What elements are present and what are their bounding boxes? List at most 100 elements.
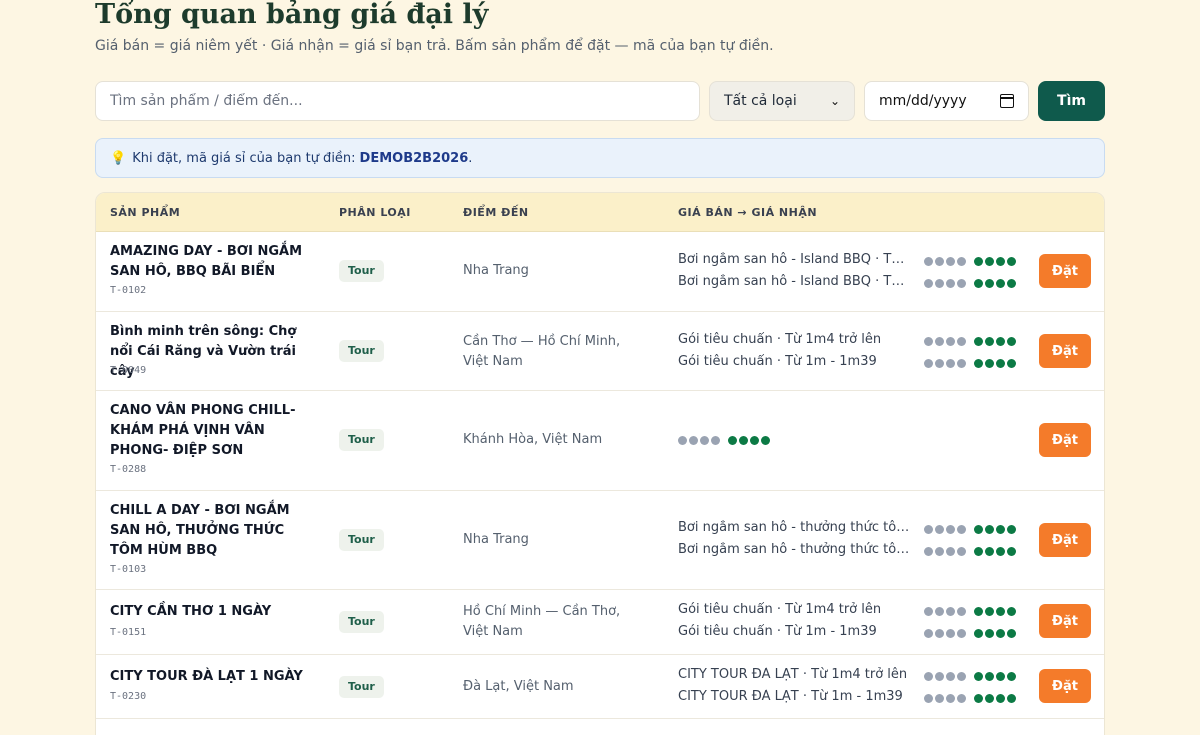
masked-price [924, 629, 1016, 638]
masked-digit-green [750, 436, 759, 445]
masked-digit-grey [924, 257, 933, 266]
masked-digit-green [1007, 629, 1016, 638]
masked-digit-green [728, 436, 737, 445]
masked-digit-green [974, 279, 983, 288]
search-button[interactable]: Tìm [1038, 81, 1105, 121]
masked-digit-green [996, 359, 1005, 368]
masked-digit-green [974, 547, 983, 556]
product-code: T-0230 [110, 691, 147, 702]
masked-digit-green [985, 547, 994, 556]
wholesale-code-notice: 💡 Khi đặt, mã giá sỉ của bạn tự điền: DE… [95, 138, 1105, 178]
masked-price [924, 337, 1016, 346]
masked-digit-grey [957, 607, 966, 616]
calendar-icon[interactable] [1000, 94, 1014, 108]
masked-digit-green [1007, 337, 1016, 346]
masked-digit-green [996, 279, 1005, 288]
destination: Đà Lạt, Việt Nam [463, 679, 574, 694]
price-line: Gói tiêu chuẩn · Từ 1m - 1m39 [678, 624, 877, 639]
type-select[interactable]: Tất cả loại ⌄ [709, 81, 855, 121]
masked-price [924, 257, 1016, 266]
product-code: T-0103 [110, 564, 147, 575]
price-line: Bơi ngắm san hô - Island BBQ · Từ 1m4 tr… [678, 252, 910, 267]
masked-digit-grey [957, 672, 966, 681]
masked-digit-grey [957, 629, 966, 638]
table-row[interactable]: CITY TOUR ĐÀ LẠT 1 NGÀY T-0230 Tour Đà L… [96, 655, 1104, 719]
product-name[interactable]: CANO VÂN PHONG CHILL- KHÁM PHÁ VỊNH VÂN … [110, 401, 320, 461]
masked-digit-green [1007, 547, 1016, 556]
masked-digit-grey [946, 629, 955, 638]
masked-price [924, 694, 1016, 703]
masked-digit-grey [957, 359, 966, 368]
masked-digit-grey [924, 672, 933, 681]
product-code: T-0151 [110, 627, 147, 638]
masked-digit-green [1007, 694, 1016, 703]
page-subtitle: Giá bán = giá niêm yết · Giá nhận = giá … [95, 38, 774, 54]
masked-digit-grey [935, 525, 944, 534]
masked-digit-green [974, 525, 983, 534]
masked-digit-grey [935, 337, 944, 346]
masked-digit-green [985, 279, 994, 288]
book-button[interactable]: Đặt [1039, 254, 1091, 288]
masked-digit-grey [946, 547, 955, 556]
masked-digit-grey [957, 257, 966, 266]
masked-digit-grey [935, 279, 944, 288]
date-input[interactable]: mm/dd/yyyy [864, 81, 1029, 121]
book-button[interactable]: Đặt [1039, 523, 1091, 557]
masked-digit-grey [924, 694, 933, 703]
table-row[interactable]: Bình minh trên sông: Chợ nổi Cái Răng và… [96, 312, 1104, 391]
masked-digit-green [996, 337, 1005, 346]
masked-digit-green [985, 629, 994, 638]
table-row[interactable]: CANO VÂN PHONG CHILL- KHÁM PHÁ VỊNH VÂN … [96, 391, 1104, 491]
masked-digit-grey [924, 279, 933, 288]
price-line: Bơi ngắm san hô - thưởng thức tôm hùm · … [678, 542, 910, 557]
header-product: SẢN PHẨM [110, 206, 181, 219]
product-name[interactable]: CITY TOUR ĐÀ LẠT 1 NGÀY [110, 667, 320, 687]
masked-digit-green [996, 694, 1005, 703]
search-input[interactable] [95, 81, 700, 121]
product-name[interactable]: AMAZING DAY - BƠI NGẮM SAN HÔ, BBQ BÃI B… [110, 242, 320, 282]
destination: Nha Trang [463, 263, 529, 278]
table-row[interactable]: CHILL A DAY - BƠI NGẮM SAN HÔ, THƯỞNG TH… [96, 491, 1104, 590]
masked-digit-green [974, 629, 983, 638]
masked-digit-green [996, 629, 1005, 638]
masked-digit-grey [957, 337, 966, 346]
masked-digit-grey [924, 359, 933, 368]
book-button[interactable]: Đặt [1039, 334, 1091, 368]
masked-digit-grey [935, 694, 944, 703]
masked-digit-grey [689, 436, 698, 445]
masked-digit-grey [924, 525, 933, 534]
table-row[interactable]: CITY CẦN THƠ 1 NGÀY T-0151 Tour Hồ Chí M… [96, 590, 1104, 655]
masked-digit-grey [946, 279, 955, 288]
book-button[interactable]: Đặt [1039, 669, 1091, 703]
book-button[interactable]: Đặt [1039, 423, 1091, 457]
masked-digit-green [974, 359, 983, 368]
type-badge: Tour [339, 429, 384, 451]
price-line: CITY TOUR ĐÀ LẠT · Từ 1m4 trở lên [678, 667, 908, 682]
masked-price [924, 607, 1016, 616]
product-code: T-0288 [110, 464, 147, 475]
price-table: SẢN PHẨM PHÂN LOẠI ĐIỂM ĐẾN GIÁ BÁN → GI… [95, 192, 1105, 735]
table-row[interactable]: AMAZING DAY - BƠI NGẮM SAN HÔ, BBQ BÃI B… [96, 232, 1104, 312]
book-button[interactable]: Đặt [1039, 604, 1091, 638]
destination: Nha Trang [463, 532, 529, 547]
masked-digit-grey [957, 694, 966, 703]
masked-digit-green [761, 436, 770, 445]
masked-digit-green [1007, 672, 1016, 681]
masked-digit-green [996, 525, 1005, 534]
masked-digit-green [996, 547, 1005, 556]
destination: Khánh Hòa, Việt Nam [463, 432, 603, 447]
price-line: Bơi ngắm san hô - Island BBQ · Từ 1m - 1… [678, 274, 910, 289]
product-name[interactable]: CITY CẦN THƠ 1 NGÀY [110, 602, 320, 622]
chevron-down-icon: ⌄ [829, 94, 840, 108]
masked-digit-green [1007, 607, 1016, 616]
masked-digit-green [985, 694, 994, 703]
masked-digit-grey [946, 359, 955, 368]
product-name[interactable]: CHILL A DAY - BƠI NGẮM SAN HÔ, THƯỞNG TH… [110, 501, 320, 561]
product-code: T-0049 [110, 365, 147, 376]
type-badge: Tour [339, 611, 384, 633]
masked-price [924, 525, 1016, 534]
masked-digit-grey [700, 436, 709, 445]
date-input-placeholder: mm/dd/yyyy [879, 93, 967, 109]
notice-suffix: . [468, 150, 473, 166]
masked-price [678, 436, 770, 445]
